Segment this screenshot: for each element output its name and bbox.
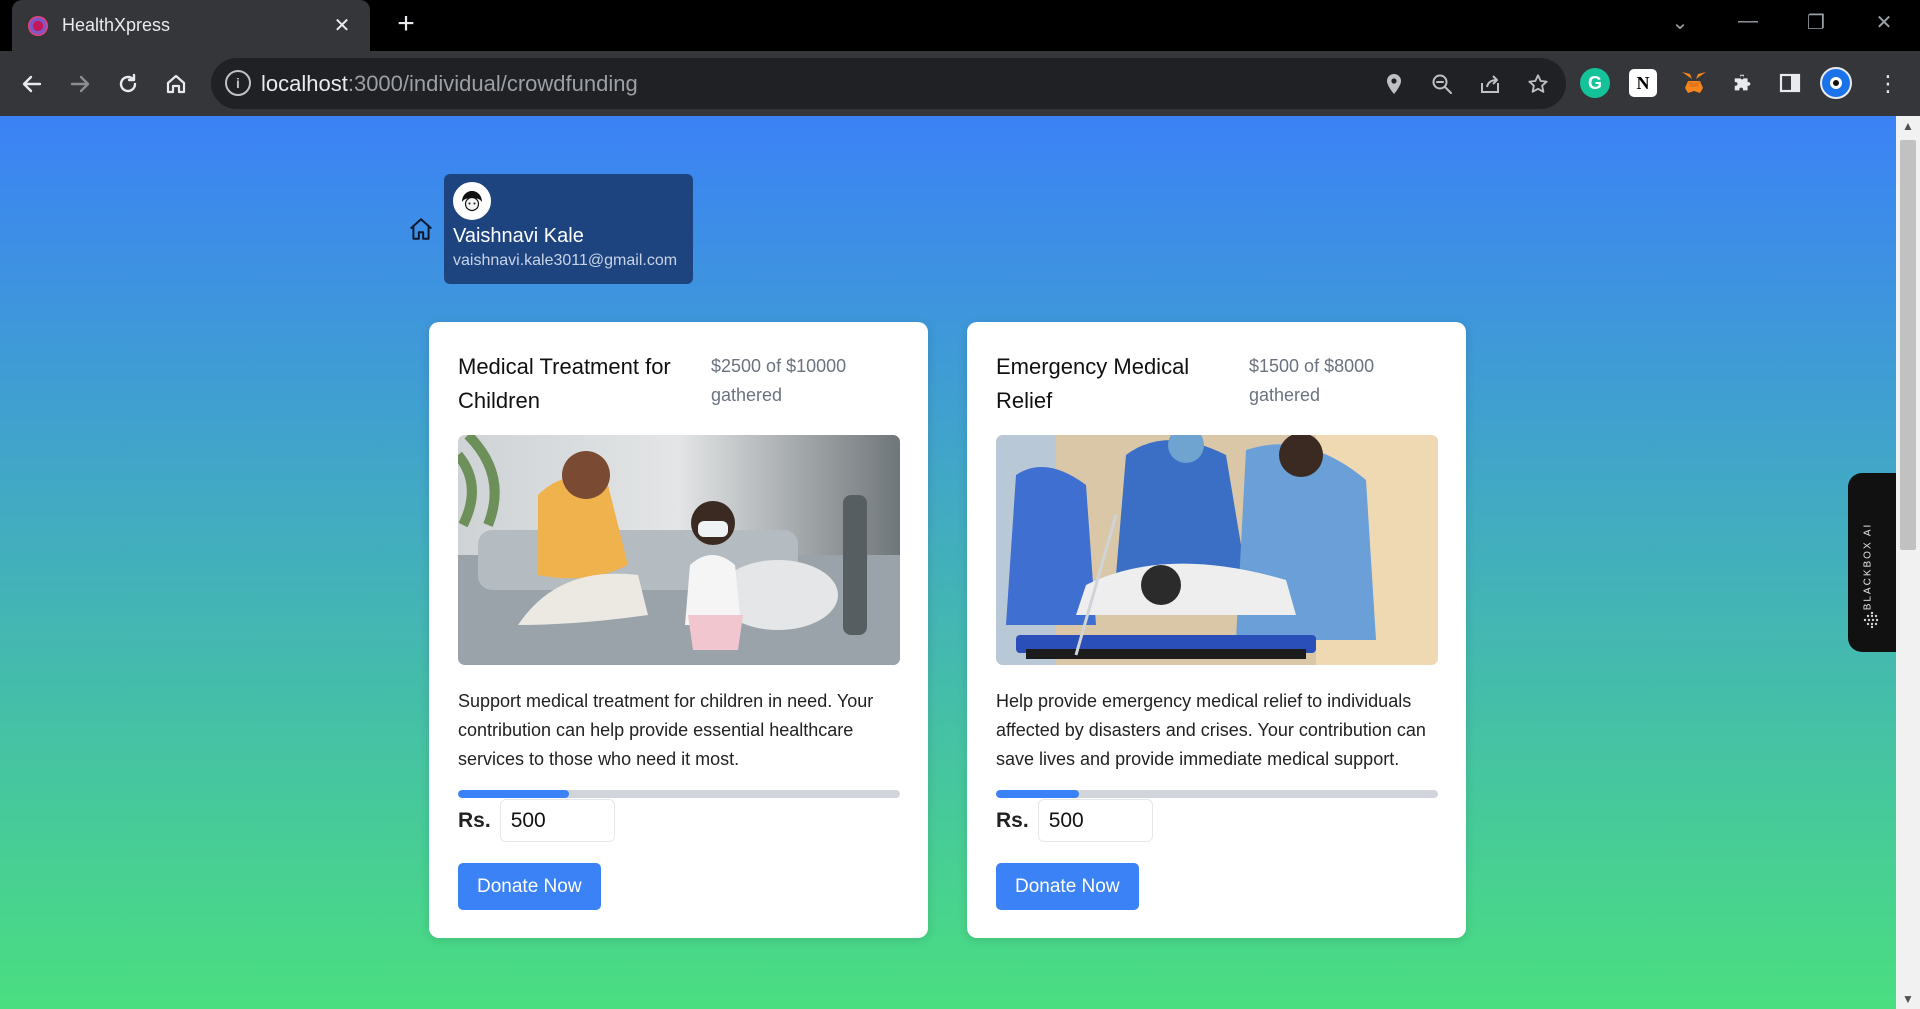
url-host: localhost bbox=[261, 71, 348, 96]
progress-bar bbox=[458, 790, 900, 798]
tab-strip: HealthXpress ✕ + ⌄ — ❐ ✕ bbox=[0, 0, 1920, 51]
browser-tab[interactable]: HealthXpress ✕ bbox=[12, 0, 370, 51]
forward-icon[interactable] bbox=[62, 66, 98, 102]
share-icon[interactable] bbox=[1474, 68, 1506, 100]
location-icon[interactable] bbox=[1378, 68, 1410, 100]
home-browser-icon[interactable] bbox=[158, 66, 194, 102]
side-panel-icon[interactable] bbox=[1772, 65, 1808, 101]
window-close-icon[interactable]: ✕ bbox=[1864, 10, 1904, 35]
url-text[interactable]: localhost:3000/individual/crowdfunding bbox=[261, 71, 638, 97]
campaign-card-emergency: Emergency Medical Relief $1500 of $8000 … bbox=[967, 322, 1466, 938]
reload-icon[interactable] bbox=[110, 66, 146, 102]
url-path: :3000/individual/crowdfunding bbox=[347, 71, 638, 96]
blackbox-logo-icon bbox=[1863, 611, 1879, 629]
bookmark-star-icon[interactable] bbox=[1522, 68, 1554, 100]
donate-now-button[interactable]: Donate Now bbox=[996, 863, 1139, 910]
campaign-title: Emergency Medical Relief bbox=[996, 354, 1190, 413]
campaign-title: Medical Treatment for Children bbox=[458, 354, 671, 413]
scroll-down-icon[interactable]: ▼ bbox=[1896, 989, 1920, 1009]
amount-input[interactable] bbox=[1037, 799, 1153, 842]
user-avatar bbox=[453, 182, 491, 220]
minimize-icon[interactable]: — bbox=[1728, 10, 1768, 33]
blackbox-ai-panel[interactable]: BLACKBOX AI bbox=[1848, 473, 1896, 652]
user-profile-card[interactable]: Vaishnavi Kale vaishnavi.kale3011@gmail.… bbox=[444, 174, 693, 284]
campaign-image-children bbox=[458, 435, 900, 665]
user-name: Vaishnavi Kale bbox=[453, 225, 584, 247]
page-viewport: Vaishnavi Kale vaishnavi.kale3011@gmail.… bbox=[0, 116, 1896, 1009]
address-bar[interactable]: i localhost:3000/individual/crowdfunding bbox=[211, 58, 1566, 109]
scroll-up-icon[interactable]: ▲ bbox=[1896, 116, 1920, 136]
campaign-goal: $1500 of $8000 gathered bbox=[1249, 356, 1375, 405]
browser-toolbar: i localhost:3000/individual/crowdfunding… bbox=[0, 51, 1920, 116]
close-tab-icon[interactable]: ✕ bbox=[330, 13, 354, 38]
new-tab-icon[interactable]: + bbox=[390, 9, 422, 41]
extensions-puzzle-icon[interactable] bbox=[1725, 65, 1761, 101]
profile-avatar-icon[interactable] bbox=[1820, 67, 1852, 99]
progress-bar bbox=[996, 790, 1438, 798]
amount-label: Rs. bbox=[996, 808, 1029, 832]
campaign-goal: $2500 of $10000 gathered bbox=[711, 356, 847, 405]
campaign-card-children: Medical Treatment for Children $2500 of … bbox=[429, 322, 928, 938]
progress-fill bbox=[458, 790, 569, 798]
metamask-icon[interactable] bbox=[1676, 65, 1712, 101]
tab-search-icon[interactable]: ⌄ bbox=[1660, 10, 1700, 35]
progress-fill bbox=[996, 790, 1079, 798]
blackbox-label: BLACKBOX AI bbox=[1862, 522, 1874, 611]
notion-icon[interactable]: N bbox=[1629, 69, 1657, 97]
campaign-image-emergency bbox=[996, 435, 1438, 665]
scroll-thumb[interactable] bbox=[1900, 140, 1916, 550]
restore-icon[interactable]: ❐ bbox=[1796, 10, 1836, 35]
user-email: vaishnavi.kale3011@gmail.com bbox=[453, 252, 678, 269]
kebab-menu-icon[interactable]: ⋮ bbox=[1870, 66, 1906, 102]
favicon-icon bbox=[28, 15, 48, 36]
donate-now-button[interactable]: Donate Now bbox=[458, 863, 601, 910]
page-scrollbar[interactable]: ▲ ▼ bbox=[1896, 116, 1920, 1009]
campaign-description: Support medical treatment for children i… bbox=[458, 691, 874, 769]
amount-label: Rs. bbox=[458, 808, 491, 832]
campaign-description: Help provide emergency medical relief to… bbox=[996, 691, 1426, 769]
grammarly-icon[interactable]: G bbox=[1580, 68, 1610, 98]
home-icon[interactable] bbox=[408, 216, 434, 242]
site-info-icon[interactable]: i bbox=[225, 70, 251, 96]
back-icon[interactable] bbox=[14, 66, 50, 102]
tab-title: HealthXpress bbox=[62, 15, 171, 35]
zoom-icon[interactable] bbox=[1426, 68, 1458, 100]
amount-input[interactable] bbox=[499, 799, 615, 842]
